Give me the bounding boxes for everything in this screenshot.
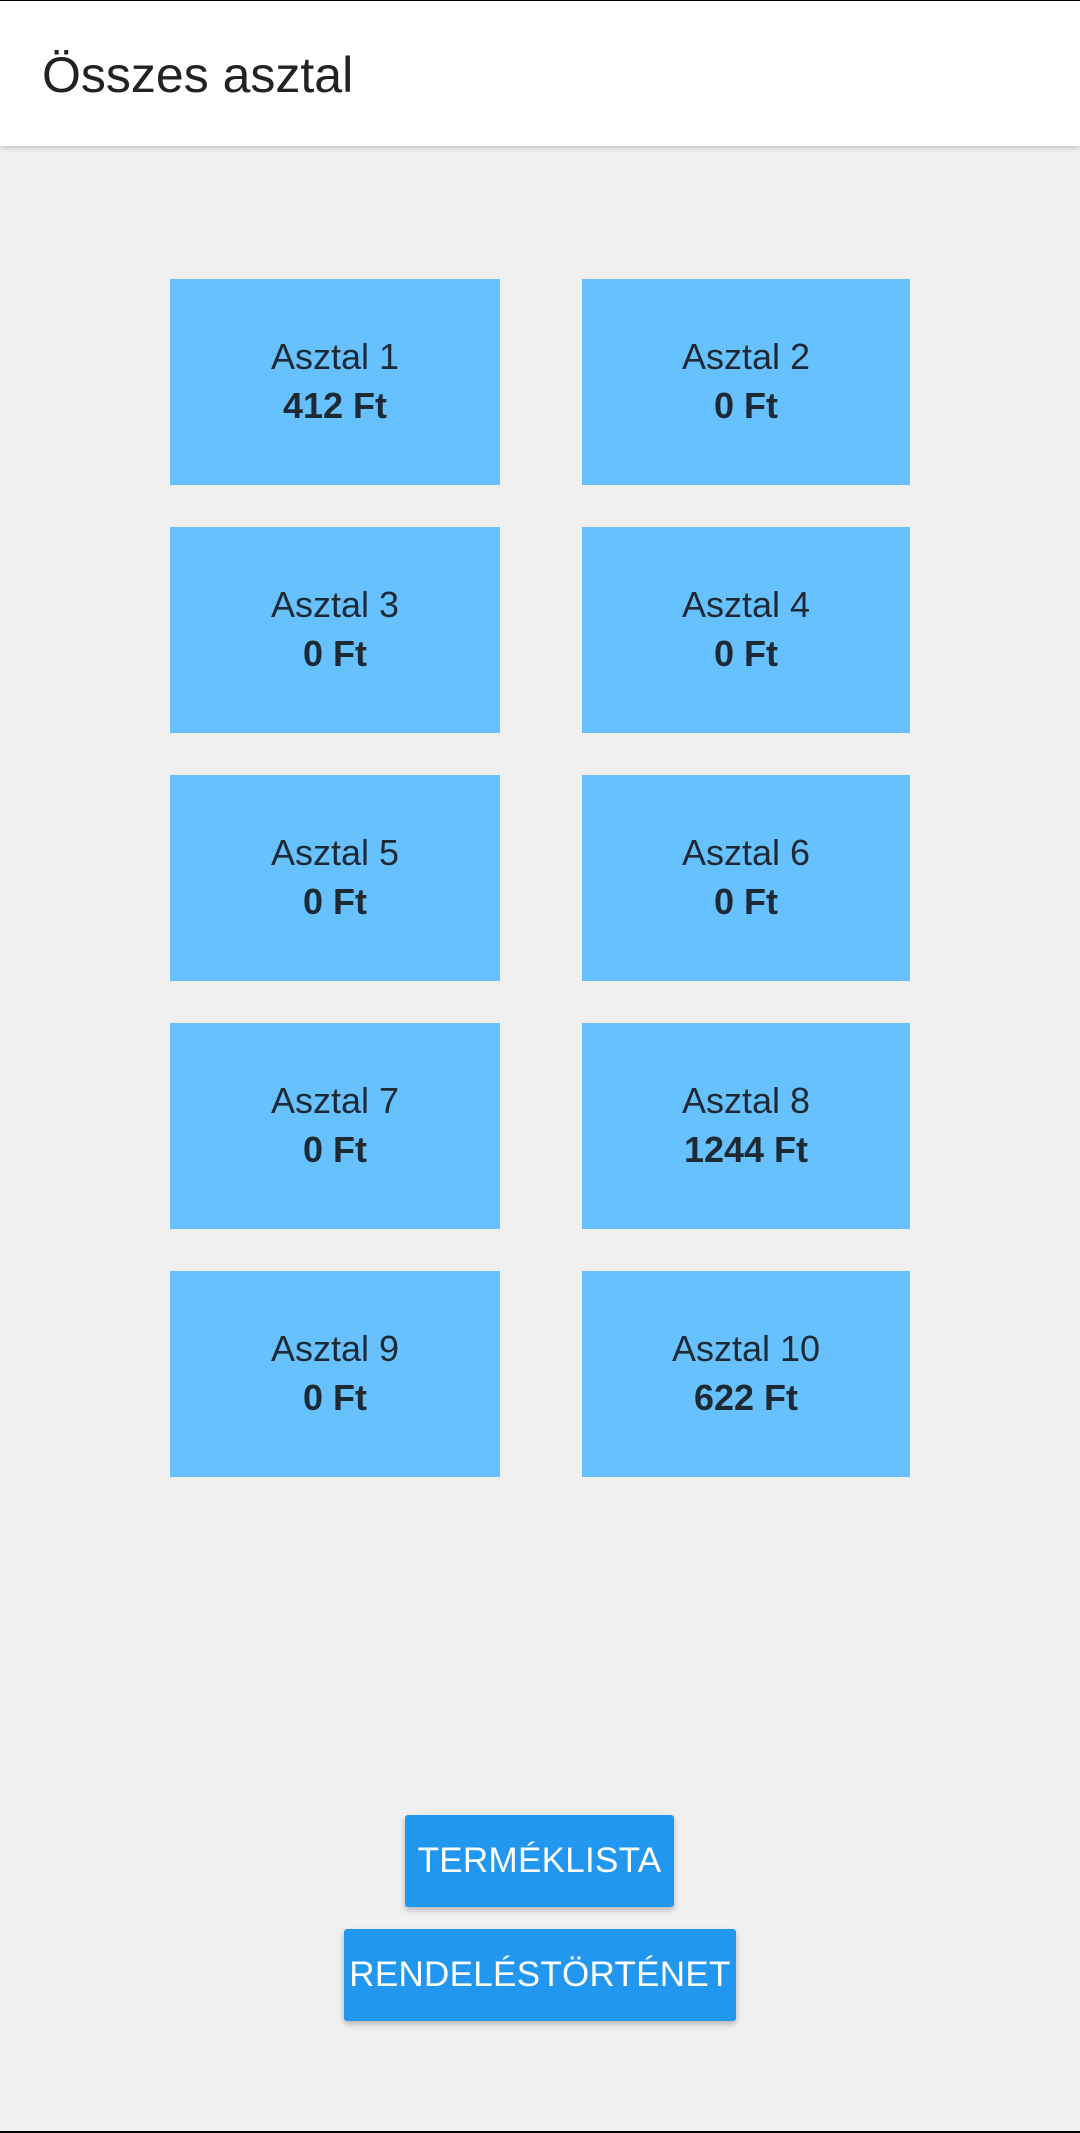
- order-history-button[interactable]: RENDELÉSTÖRTÉNET: [344, 1929, 736, 2021]
- table-card-9[interactable]: Asztal 9 0 Ft: [170, 1271, 500, 1477]
- table-total: 0 Ft: [302, 1377, 367, 1418]
- table-total: 0 Ft: [713, 881, 778, 922]
- table-card-8[interactable]: Asztal 8 1244 Ft: [582, 1023, 910, 1229]
- table-name: Asztal 1: [270, 336, 400, 377]
- table-card-7[interactable]: Asztal 7 0 Ft: [170, 1023, 500, 1229]
- product-list-button[interactable]: TERMÉKLISTA: [405, 1815, 674, 1907]
- table-name: Asztal 5: [270, 832, 400, 873]
- table-total: 0 Ft: [713, 385, 778, 426]
- tables-grid: Asztal 1 412 Ft Asztal 2 0 Ft Asztal 3 0…: [170, 279, 910, 1477]
- app-bar: Összes asztal: [0, 1, 1080, 146]
- table-name: Asztal 10: [671, 1328, 821, 1369]
- table-name: Asztal 2: [681, 336, 811, 377]
- table-card-3[interactable]: Asztal 3 0 Ft: [170, 527, 500, 733]
- table-name: Asztal 3: [270, 584, 400, 625]
- table-total: 622 Ft: [693, 1377, 799, 1418]
- table-name: Asztal 9: [270, 1328, 400, 1369]
- table-card-10[interactable]: Asztal 10 622 Ft: [582, 1271, 910, 1477]
- page-title: Összes asztal: [42, 47, 354, 103]
- table-card-2[interactable]: Asztal 2 0 Ft: [582, 279, 910, 485]
- table-card-5[interactable]: Asztal 5 0 Ft: [170, 775, 500, 981]
- table-total: 0 Ft: [302, 1129, 367, 1170]
- table-total: 1244 Ft: [683, 1129, 809, 1170]
- table-card-1[interactable]: Asztal 1 412 Ft: [170, 279, 500, 485]
- table-name: Asztal 4: [681, 584, 811, 625]
- table-card-6[interactable]: Asztal 6 0 Ft: [582, 775, 910, 981]
- table-total: 0 Ft: [713, 633, 778, 674]
- table-card-4[interactable]: Asztal 4 0 Ft: [582, 527, 910, 733]
- table-total: 412 Ft: [282, 385, 388, 426]
- table-name: Asztal 7: [270, 1080, 400, 1121]
- table-total: 0 Ft: [302, 881, 367, 922]
- table-name: Asztal 6: [681, 832, 811, 873]
- table-total: 0 Ft: [302, 633, 367, 674]
- table-name: Asztal 8: [681, 1080, 811, 1121]
